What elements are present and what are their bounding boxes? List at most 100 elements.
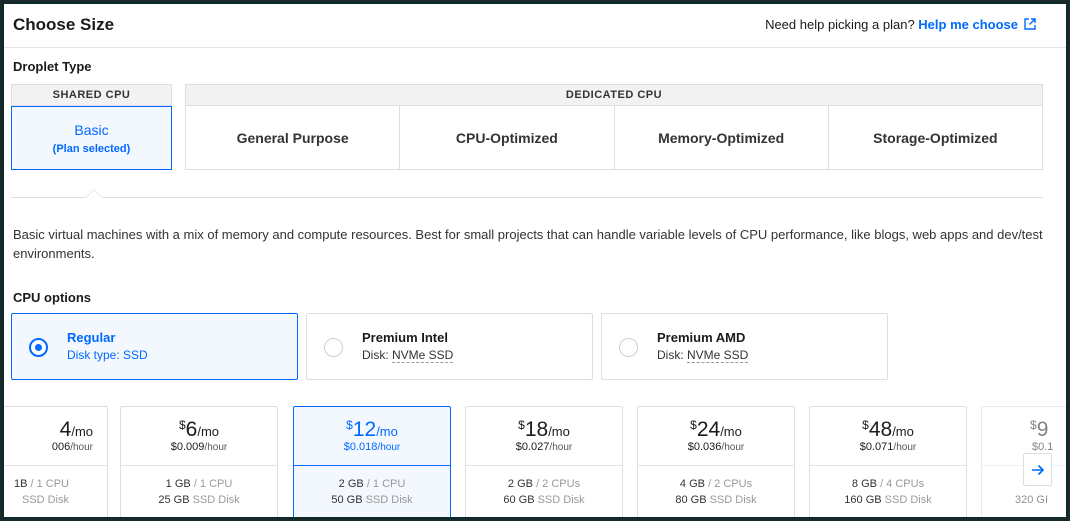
plan-per: /mo xyxy=(720,424,742,439)
disk-value: NVMe SSD xyxy=(687,348,749,363)
plan-per: /mo xyxy=(71,424,93,439)
plan-currency: $ xyxy=(1030,418,1037,432)
plan-hour-unit: /hour xyxy=(721,442,745,453)
plan-price: 9 xyxy=(1036,418,1049,441)
cpu-option-regular[interactable]: Regular Disk type: SSD xyxy=(11,313,298,380)
disk-prefix: Disk: xyxy=(657,348,687,362)
plan-price: 48 xyxy=(868,418,893,441)
plan-carousel: 4/mo 006/hour 1B / 1 CPU SSD Disk $6/mo … xyxy=(4,406,1066,517)
next-plans-button[interactable] xyxy=(1023,453,1052,486)
plan-hourly: $0.018 xyxy=(343,441,378,453)
tab-general-purpose[interactable]: General Purpose xyxy=(186,106,401,169)
plan-disk: 50 GB xyxy=(331,494,363,506)
plan-disk-type: SSD Disk xyxy=(884,494,932,506)
tab-storage-optimized[interactable]: Storage-Optimized xyxy=(829,106,1042,169)
plan-cpu: / 4 CPUs xyxy=(880,478,925,490)
plan-disk: 320 GI xyxy=(1015,494,1049,506)
cpu-option-disk: Disk: NVMe SSD xyxy=(657,348,749,363)
cpu-option-premium-intel[interactable]: Premium Intel Disk: NVMe SSD xyxy=(306,313,593,380)
tab-basic-label: Basic xyxy=(74,122,109,138)
plan-per: /mo xyxy=(548,424,570,439)
plan-memory: 2 GB xyxy=(507,478,533,490)
plan-disk-type: SSD Disk xyxy=(709,494,757,506)
plan-hour-unit: /hour xyxy=(549,442,573,453)
plan-card-4[interactable]: 4/mo 006/hour 1B / 1 CPU SSD Disk xyxy=(4,406,108,517)
choose-size-panel: Choose Size Need help picking a plan? He… xyxy=(2,2,1068,519)
help-link-label: Help me choose xyxy=(918,17,1018,32)
plan-price: 4 xyxy=(59,418,72,441)
plan-card-12[interactable]: $12/mo $0.018/hour 2 GB / 1 CPU 50 GB SS… xyxy=(293,406,451,517)
help-me-choose-link[interactable]: Help me choose xyxy=(918,17,1036,32)
plan-card-48[interactable]: $48/mo $0.071/hour 8 GB / 4 CPUs 160 GB … xyxy=(809,406,967,517)
tab-memory-optimized[interactable]: Memory-Optimized xyxy=(615,106,829,169)
plan-memory: 1 GB xyxy=(165,478,191,490)
external-link-icon xyxy=(1024,18,1036,30)
help-prefix: Need help picking a plan? xyxy=(765,17,915,32)
plan-price: 18 xyxy=(524,418,549,441)
cpu-option-premium-amd[interactable]: Premium AMD Disk: NVMe SSD xyxy=(601,313,888,380)
disk-prefix: Disk type: xyxy=(67,348,124,362)
plan-per: /mo xyxy=(197,424,220,439)
plan-currency: $ xyxy=(518,418,525,432)
shared-cpu-header: SHARED CPU xyxy=(11,84,172,106)
plan-hourly: $0.036 xyxy=(687,441,722,453)
plan-disk: 80 GB xyxy=(675,494,707,506)
tab-cpu-optimized[interactable]: CPU-Optimized xyxy=(400,106,615,169)
plan-hourly: 006 xyxy=(51,441,71,453)
radio-regular[interactable] xyxy=(29,338,48,357)
arrow-right-icon xyxy=(1031,464,1044,475)
plan-hour-unit: /hour xyxy=(204,442,228,453)
plan-card-24[interactable]: $24/mo $0.036/hour 4 GB / 2 CPUs 80 GB S… xyxy=(637,406,795,517)
plan-memory: 2 GB xyxy=(338,478,364,490)
plan-cpu: / 1 CPU xyxy=(193,478,233,490)
cpu-option-name: Premium Intel xyxy=(362,330,448,345)
plan-cpu: / 1 CPU xyxy=(366,478,406,490)
plan-disk: 25 GB xyxy=(158,494,190,506)
tab-basic[interactable]: Basic (Plan selected) xyxy=(11,106,172,170)
plan-disk-type: SSD Disk xyxy=(192,494,240,506)
plan-disk-type: SSD Disk xyxy=(537,494,585,506)
dedicated-tabs: General Purpose CPU-Optimized Memory-Opt… xyxy=(185,106,1043,170)
plan-hour-unit: /hour xyxy=(70,442,93,453)
plan-cpu: / 2 CPUs xyxy=(708,478,753,490)
plan-hour-unit: /hour xyxy=(377,442,401,453)
droplet-type-label: Droplet Type xyxy=(13,59,92,74)
disk-value: NVMe SSD xyxy=(392,348,454,363)
cpu-option-name: Regular xyxy=(67,330,116,345)
page-title: Choose Size xyxy=(13,15,115,34)
plan-disk-type: SSD Disk xyxy=(21,494,69,506)
radio-premium-amd[interactable] xyxy=(619,338,638,357)
plan-price: 6 xyxy=(185,418,198,441)
disk-value: SSD xyxy=(123,348,148,362)
selected-tab-pointer xyxy=(85,189,103,198)
cpu-options-label: CPU options xyxy=(13,290,91,305)
cpu-option-disk: Disk type: SSD xyxy=(67,348,148,362)
plan-memory: 1B xyxy=(13,478,28,490)
plan-hourly: $0.009 xyxy=(170,441,205,453)
plan-currency: $ xyxy=(346,418,353,432)
plan-hourly: $0.1 xyxy=(1032,441,1054,453)
cpu-option-name: Premium AMD xyxy=(657,330,746,345)
plan-hourly: $0.071 xyxy=(859,441,894,453)
plan-memory: 8 GB xyxy=(851,478,877,490)
plan-cpu: / 2 CPUs xyxy=(536,478,581,490)
tab-underline xyxy=(11,197,1043,198)
plan-card-18[interactable]: $18/mo $0.027/hour 2 GB / 2 CPUs 60 GB S… xyxy=(465,406,623,517)
plan-description: Basic virtual machines with a mix of mem… xyxy=(13,227,1043,261)
plan-price: 12 xyxy=(352,418,377,441)
plan-cpu: / 1 CPU xyxy=(30,478,69,490)
plan-per: /mo xyxy=(892,424,914,439)
disk-prefix: Disk: xyxy=(362,348,392,362)
plan-hour-unit: /hour xyxy=(893,442,917,453)
dedicated-cpu-header: DEDICATED CPU xyxy=(185,84,1043,106)
plan-card-6[interactable]: $6/mo $0.009/hour 1 GB / 1 CPU 25 GB SSD… xyxy=(120,406,278,517)
plan-disk: 60 GB xyxy=(503,494,535,506)
plan-hourly: $0.027 xyxy=(515,441,550,453)
cpu-option-disk: Disk: NVMe SSD xyxy=(362,348,454,363)
plan-currency: $ xyxy=(690,418,697,432)
plan-memory: 4 GB xyxy=(679,478,705,490)
tab-basic-status: (Plan selected) xyxy=(52,143,131,155)
plan-disk-type: SSD Disk xyxy=(365,494,413,506)
header-divider xyxy=(4,47,1066,48)
radio-premium-intel[interactable] xyxy=(324,338,343,357)
